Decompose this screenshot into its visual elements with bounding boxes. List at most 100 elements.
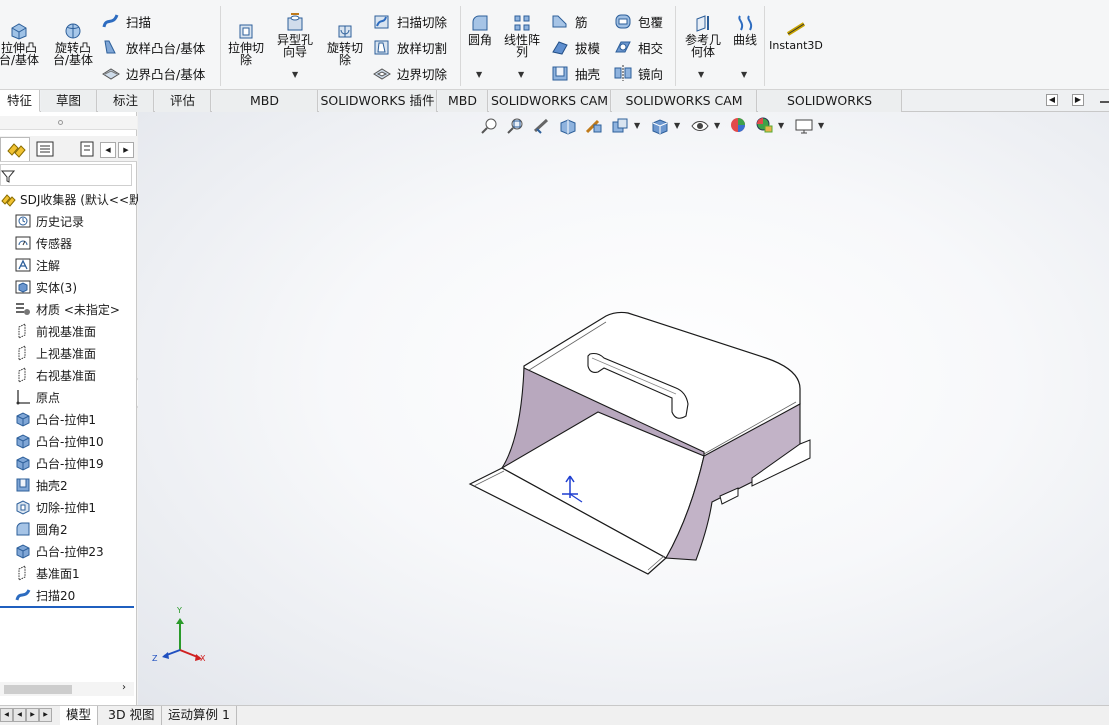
display-style-icon[interactable] (650, 117, 670, 135)
boundary-cut-button[interactable]: 边界切除 (372, 62, 447, 84)
loft-boss-button[interactable]: 放样凸台/基体 (101, 36, 205, 58)
linear-pattern-button[interactable]: 线性阵 列 (500, 14, 544, 58)
sweep-button[interactable]: 扫描 (101, 10, 151, 32)
boundary-boss-button[interactable]: 边界凸台/基体 (101, 62, 205, 84)
shell-button[interactable]: 抽壳 (550, 62, 600, 84)
dustpan-model[interactable] (466, 308, 826, 598)
hole-wizard-button[interactable]: 异型孔 向导 (272, 12, 318, 58)
tab-mbd-dimensions[interactable]: MBD Dimensions (212, 90, 318, 129)
tab-solidworks-cam-tbm[interactable]: SOLIDWORKS CAM TBM (612, 90, 757, 129)
tab-model[interactable]: 模型 (60, 706, 99, 725)
rollback-bar[interactable] (0, 606, 134, 608)
hole-wizard-dropdown[interactable]: ▼ (292, 70, 298, 79)
next-tab-icon[interactable]: ▶ (26, 708, 39, 722)
extrude-cut-button[interactable]: 拉伸切 除 (224, 22, 268, 66)
tree-item[interactable]: 扫描20 (0, 584, 75, 606)
apply-scene-icon[interactable] (754, 116, 774, 134)
tree-item[interactable]: 材质 <未指定> (0, 298, 120, 320)
tab-solidworks-cam[interactable]: SOLIDWORKS CAM (489, 90, 611, 112)
view-orientation-icon[interactable] (610, 117, 630, 135)
tab-mbd[interactable]: MBD (438, 90, 488, 112)
draft-button[interactable]: 拔模 (550, 36, 600, 58)
curves-dropdown[interactable]: ▼ (741, 70, 747, 79)
command-manager-tabs: 特征 草图 标注 评估 MBD Dimensions SOLIDWORKS 插件… (0, 90, 1109, 129)
shell-label: 抽壳 (575, 66, 601, 82)
tree-filter-bar[interactable] (0, 164, 132, 186)
swept-cut-button[interactable]: 扫描切除 (372, 10, 447, 32)
tree-item[interactable]: 历史记录 (0, 210, 84, 232)
view-settings-icon[interactable] (794, 117, 814, 135)
tab-evaluate[interactable]: 评估 (155, 90, 211, 112)
tab-sketch[interactable]: 草图 (41, 90, 97, 112)
tab-solidworks-addins[interactable]: SOLIDWORKS 插件 (319, 90, 437, 112)
revolve-cut-button[interactable]: 旋转切 除 (322, 22, 368, 66)
tree-item[interactable]: 切除-拉伸1 (0, 496, 96, 518)
tab-markup[interactable]: 标注 (98, 90, 154, 112)
linear-pattern-dropdown[interactable]: ▼ (518, 70, 524, 79)
tree-item[interactable]: 注解 (0, 254, 60, 276)
prev-tab-icon[interactable]: ◀ (13, 708, 26, 722)
first-tab-icon[interactable]: ◀ (0, 708, 13, 722)
tab-motion-study[interactable]: 运动算例 1 (162, 706, 237, 725)
tree-item[interactable]: 凸台-拉伸19 (0, 452, 104, 474)
draft-icon (552, 41, 568, 55)
tree-root-part[interactable]: SDJ收集器 (默认<<默 (0, 188, 141, 210)
last-tab-icon[interactable]: ▶ (39, 708, 52, 722)
tree-item[interactable]: 凸台-拉伸1 (0, 408, 96, 430)
instant3d-button[interactable]: Instant3D (768, 20, 824, 52)
intersect-button[interactable]: 相交 (613, 36, 663, 58)
tree-item[interactable]: 原点 (0, 386, 60, 408)
rib-button[interactable]: 筋 (550, 10, 588, 32)
tab-scroll-left-icon[interactable]: ◀ (100, 142, 116, 158)
tree-item[interactable]: 上视基准面 (0, 342, 96, 364)
mirror-button[interactable]: 镜向 (613, 62, 663, 84)
graphics-area[interactable]: ▼ ▼ ▼ ▼ ▼ Y X Z (138, 112, 1109, 705)
fillet-dropdown[interactable]: ▼ (476, 70, 482, 79)
scrollbar-thumb[interactable] (4, 685, 72, 694)
tree-item[interactable]: 右视基准面 (0, 364, 96, 386)
tree-item[interactable]: 抽壳2 (0, 474, 68, 496)
tree-item[interactable]: 凸台-拉伸10 (0, 430, 104, 452)
extrude-boss-button[interactable]: 拉伸凸 台/基体 (0, 22, 42, 66)
reference-geometry-dropdown[interactable]: ▼ (698, 70, 704, 79)
panel-left-arrow-icon[interactable]: ◀ (1046, 94, 1058, 106)
property-manager-tab[interactable] (34, 140, 56, 161)
minimize-panel-icon[interactable] (1100, 101, 1109, 103)
tree-item[interactable]: 凸台-拉伸23 (0, 540, 104, 562)
tree-item[interactable]: 基准面1 (0, 562, 80, 584)
hide-show-dropdown[interactable]: ▼ (714, 121, 720, 130)
scroll-right-icon[interactable]: › (122, 682, 126, 693)
tree-horizontal-scrollbar[interactable]: › (0, 682, 134, 696)
panel-splitter[interactable] (0, 116, 137, 130)
feature-manager-tab[interactable] (0, 137, 30, 161)
zoom-to-fit-icon[interactable] (480, 117, 500, 135)
tab-nav-arrows[interactable]: ◀ ◀ ▶ ▶ (0, 708, 56, 722)
edit-appearance-icon[interactable] (728, 116, 748, 134)
tree-item[interactable]: 圆角2 (0, 518, 68, 540)
tree-item[interactable]: 传感器 (0, 232, 72, 254)
hide-show-items-icon[interactable] (690, 117, 710, 135)
previous-view-icon[interactable] (532, 117, 552, 135)
dynamic-annotation-icon[interactable] (584, 117, 604, 135)
tab-solidworks-inspection[interactable]: SOLIDWORKS Inspection (758, 90, 902, 129)
view-settings-dropdown[interactable]: ▼ (818, 121, 824, 130)
apply-scene-dropdown[interactable]: ▼ (778, 121, 784, 130)
fillet-button[interactable]: 圆角 (464, 14, 496, 46)
view-orientation-dropdown[interactable]: ▼ (634, 121, 640, 130)
lofted-cut-button[interactable]: 放样切割 (372, 36, 447, 58)
tab-3d-view[interactable]: 3D 视图 (102, 706, 162, 725)
zoom-to-area-icon[interactable] (506, 117, 526, 135)
tab-features[interactable]: 特征 (0, 90, 40, 112)
wrap-button[interactable]: 包覆 (613, 10, 663, 32)
display-style-dropdown[interactable]: ▼ (674, 121, 680, 130)
panel-right-arrow-icon[interactable]: ▶ (1072, 94, 1084, 106)
curves-button[interactable]: 曲线 (728, 14, 762, 46)
tree-item[interactable]: 前视基准面 (0, 320, 96, 342)
revolve-boss-button[interactable]: 旋转凸 台/基体 (50, 22, 96, 66)
section-view-icon[interactable] (558, 117, 578, 135)
feature-manager-panel: ◀ ▶ SDJ收集器 (默认<<默 历史记录 传感器 注解 实体(3) 材质 <未指定>… (0, 112, 141, 705)
tab-scroll-right-icon[interactable]: ▶ (118, 142, 134, 158)
configuration-manager-tab[interactable] (78, 140, 96, 161)
tree-item[interactable]: 实体(3) (0, 276, 77, 298)
reference-geometry-button[interactable]: 参考几 何体 (680, 14, 726, 58)
